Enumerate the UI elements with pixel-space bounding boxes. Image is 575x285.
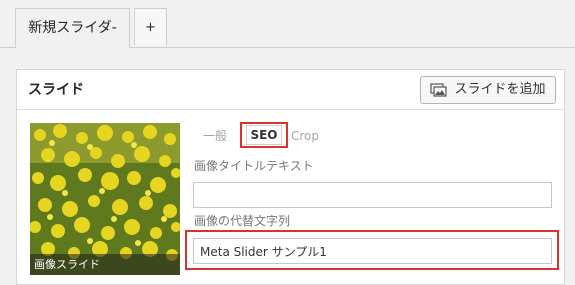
- slides-panel: スライド スライドを追加 画像スライド 一般 SEO Crop 画像タイトルテキ…: [16, 69, 565, 285]
- panel-header: スライド スライドを追加: [17, 70, 564, 110]
- add-slide-button[interactable]: スライドを追加: [420, 76, 556, 104]
- tab-new-slider[interactable]: 新規スライダ-: [15, 8, 130, 48]
- image-title-label: 画像タイトルテキスト: [194, 159, 314, 173]
- rapeseed-flower-image: [30, 123, 180, 275]
- image-title-input[interactable]: [193, 182, 552, 208]
- image-add-icon: [430, 82, 448, 98]
- thumbnail-caption: 画像スライド: [30, 254, 180, 275]
- add-slider-tab[interactable]: +: [134, 8, 167, 46]
- tab-seo-label: SEO: [246, 125, 282, 145]
- slide-thumbnail[interactable]: 画像スライド: [30, 123, 180, 275]
- alt-text-label: 画像の代替文字列: [194, 214, 291, 228]
- tab-general[interactable]: 一般: [203, 125, 227, 147]
- tab-seo[interactable]: SEO: [240, 122, 288, 148]
- slider-tab-bar: 新規スライダ- +: [0, 0, 575, 48]
- tab-crop[interactable]: Crop: [291, 125, 319, 147]
- alt-text-input[interactable]: [193, 238, 552, 264]
- panel-title: スライド: [28, 82, 84, 98]
- add-slide-label: スライドを追加: [454, 82, 546, 97]
